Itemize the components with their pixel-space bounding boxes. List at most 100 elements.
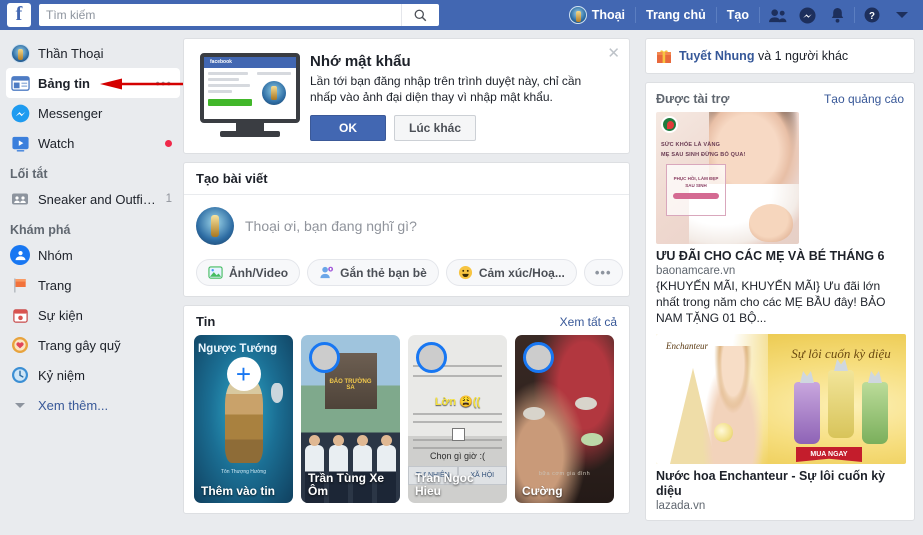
shortcut-count: 1 — [165, 193, 172, 205]
sponsored-header: Được tài trợ Tạo quảng cáo — [646, 83, 914, 112]
group-icon — [10, 189, 30, 209]
photo-video-button[interactable]: Ảnh/Video — [196, 259, 301, 286]
birthday-suffix: và 1 người khác — [757, 49, 849, 63]
friend-requests-icon[interactable] — [762, 3, 792, 27]
search-glyph — [414, 9, 427, 21]
sidebar-item-events[interactable]: Sự kiện — [6, 300, 180, 330]
action-label: Cảm xúc/Hoạ... — [478, 265, 565, 280]
ok-button[interactable]: OK — [310, 115, 386, 141]
photo-video-icon — [208, 266, 223, 279]
story-label: Tran Ngoc Hieu — [415, 471, 474, 498]
ad-art-bottle — [862, 382, 888, 444]
stories-see-all-link[interactable]: Xem tất cả — [560, 315, 617, 329]
ad-title[interactable]: Nước hoa Enchanteur - Sự lôi cuốn kỳ diệ… — [656, 469, 904, 499]
monitor-illustration: facebook — [198, 51, 302, 139]
stories-title: Tin — [196, 314, 216, 329]
messenger-icon[interactable] — [792, 3, 822, 27]
see-more-label: Xem thêm... — [38, 397, 109, 413]
news-feed-icon — [10, 73, 30, 93]
add-story-plus-icon[interactable]: + — [226, 357, 261, 391]
account-menu-icon[interactable] — [887, 3, 917, 27]
notifications-icon[interactable] — [822, 3, 852, 27]
stories-header: Tin Xem tất cả — [184, 306, 629, 335]
story-card[interactable]: Lờn 😩(( Chọn gì giờ :( TỰ NHIÊN XÃ HỘI T… — [408, 335, 507, 503]
story-art-checkbox — [452, 428, 465, 441]
ad-image[interactable]: SỨC KHỎE LÀ VÀNG MẸ SAU SINH ĐỪNG BỎ QUA… — [656, 112, 799, 244]
sidebar-item-sneaker-and-outfit[interactable]: Sneaker and Outfit ... 1 — [6, 184, 180, 214]
sidebar-item-groups[interactable]: Nhóm — [6, 240, 180, 270]
story-card-add[interactable]: Ngược Tướng Tôn Thượng Hường + Thêm vào … — [194, 335, 293, 503]
story-card[interactable]: bữa cơm gia đình Cường — [515, 335, 614, 503]
watch-badge-dot — [165, 139, 172, 147]
ad-title[interactable]: ƯU ĐÃI CHO CÁC MẸ VÀ BÉ THÁNG 6 — [656, 249, 904, 264]
clock-glyph — [12, 367, 28, 383]
composer-actions: Ảnh/Video Gắn thẻ bạn bè Cảm xúc/Hoạ... … — [184, 259, 629, 296]
watch-icon — [10, 133, 30, 153]
chevron-down-icon — [896, 12, 908, 18]
story-label: Thêm vào tin — [201, 484, 276, 498]
page-body: Thần Thoại Bảng tin ••• Messenger Watch … — [0, 30, 923, 535]
sidebar-item-memories[interactable]: Kỷ niệm — [6, 360, 180, 390]
svg-text:?: ? — [869, 11, 875, 22]
ad-description: {KHUYẾN MÃI, KHUYẾN MÃI} Ưu đãi lớn nhất… — [656, 279, 886, 325]
story-art-subtitle: Tôn Thượng Hường — [220, 469, 267, 475]
group-glyph — [12, 193, 28, 205]
events-calendar-icon — [10, 305, 30, 325]
birthday-card[interactable]: Tuyết Nhung và 1 người khác — [645, 38, 915, 74]
sidebar-see-more[interactable]: Xem thêm... — [6, 390, 180, 420]
sponsored-card: Được tài trợ Tạo quảng cáo SỨC KHỎE LÀ V… — [645, 82, 915, 521]
post-placeholder[interactable]: Thoại ơi, bạn đang nghĩ gì? — [245, 218, 417, 234]
tag-friends-button[interactable]: Gắn thẻ bạn bè — [307, 259, 439, 286]
sidebar-item-label: Sneaker and Outfit ... — [38, 191, 158, 207]
facebook-logo[interactable]: f — [7, 3, 31, 27]
sidebar-item-pages[interactable]: Trang — [6, 270, 180, 300]
feeling-activity-button[interactable]: Cảm xúc/Hoạ... — [445, 259, 577, 286]
dialog-body: Lần tới bạn đăng nhập trên trình duyệt n… — [310, 74, 582, 104]
more-options-button[interactable]: ••• — [583, 259, 623, 286]
search-input[interactable] — [39, 5, 401, 25]
groups-glyph — [15, 250, 25, 260]
close-icon[interactable]: ✕ — [607, 46, 620, 61]
sidebar-item-messenger[interactable]: Messenger — [6, 98, 180, 128]
news-feed-options-icon[interactable]: ••• — [155, 76, 172, 91]
divider — [759, 7, 760, 23]
nav-profile[interactable]: Thoại — [561, 3, 633, 27]
story-label: Cường — [522, 484, 563, 498]
sidebar-item-watch[interactable]: Watch — [6, 128, 180, 158]
story-art-title: ĐẢO TRƯỜNG SA — [329, 379, 372, 391]
composer-input-row[interactable]: Thoại ơi, bạn đang nghĩ gì? — [184, 195, 629, 259]
sidebar-item-news-feed[interactable]: Bảng tin ••• — [6, 68, 180, 98]
help-icon[interactable]: ? — [857, 3, 887, 27]
story-card[interactable]: ĐẢO TRƯỜNG SA Trần Tùng Xe Ôm — [301, 335, 400, 503]
fundraiser-heart-icon — [10, 335, 30, 355]
search-bar[interactable] — [39, 4, 439, 26]
create-post-header: Tạo bài viết — [184, 163, 629, 195]
sidebar-profile-label: Thần Thoại — [38, 45, 104, 61]
ad-item[interactable]: Enchanteur Sự lôi cuốn kỳ diệu MUA NGAY … — [646, 334, 914, 520]
story-art-question: Chọn gì giờ :( — [430, 451, 485, 461]
avatar — [568, 6, 587, 24]
messenger-icon — [10, 103, 30, 123]
ad-art-badge: PHỤC HỒI, LÀM ĐẸP SAU SINH — [666, 164, 726, 216]
sidebar-item-fundraiser[interactable]: Trang gây quỹ — [6, 330, 180, 360]
nav-create[interactable]: Tạo — [719, 3, 757, 27]
story-art-title: Ngược Tướng — [198, 343, 278, 355]
sidebar-item-label: Kỷ niệm — [38, 367, 85, 383]
later-button[interactable]: Lúc khác — [394, 115, 477, 141]
nav-home[interactable]: Trang chủ — [638, 3, 714, 27]
illustration-avatar — [262, 81, 286, 105]
story-avatar — [416, 342, 447, 373]
ad-url: baonamcare.vn — [656, 265, 736, 277]
left-sidebar: Thần Thoại Bảng tin ••• Messenger Watch … — [0, 30, 186, 535]
ad-cta-button[interactable]: MUA NGAY — [796, 447, 862, 462]
sidebar-item-label: Trang — [38, 277, 72, 293]
birthday-name[interactable]: Tuyết Nhung — [679, 49, 754, 63]
bell-glyph — [831, 7, 843, 23]
ad-image[interactable]: Enchanteur Sự lôi cuốn kỳ diệu MUA NGAY — [656, 334, 906, 464]
create-ad-link[interactable]: Tạo quảng cáo — [824, 92, 904, 106]
story-label: Trần Tùng Xe Ôm — [308, 471, 385, 498]
ad-item[interactable]: SỨC KHỎE LÀ VÀNG MẸ SAU SINH ĐỪNG BỎ QUA… — [646, 112, 914, 334]
sidebar-item-profile[interactable]: Thần Thoại — [6, 38, 180, 68]
chevron-down-icon — [10, 395, 30, 415]
search-icon[interactable] — [401, 4, 439, 26]
